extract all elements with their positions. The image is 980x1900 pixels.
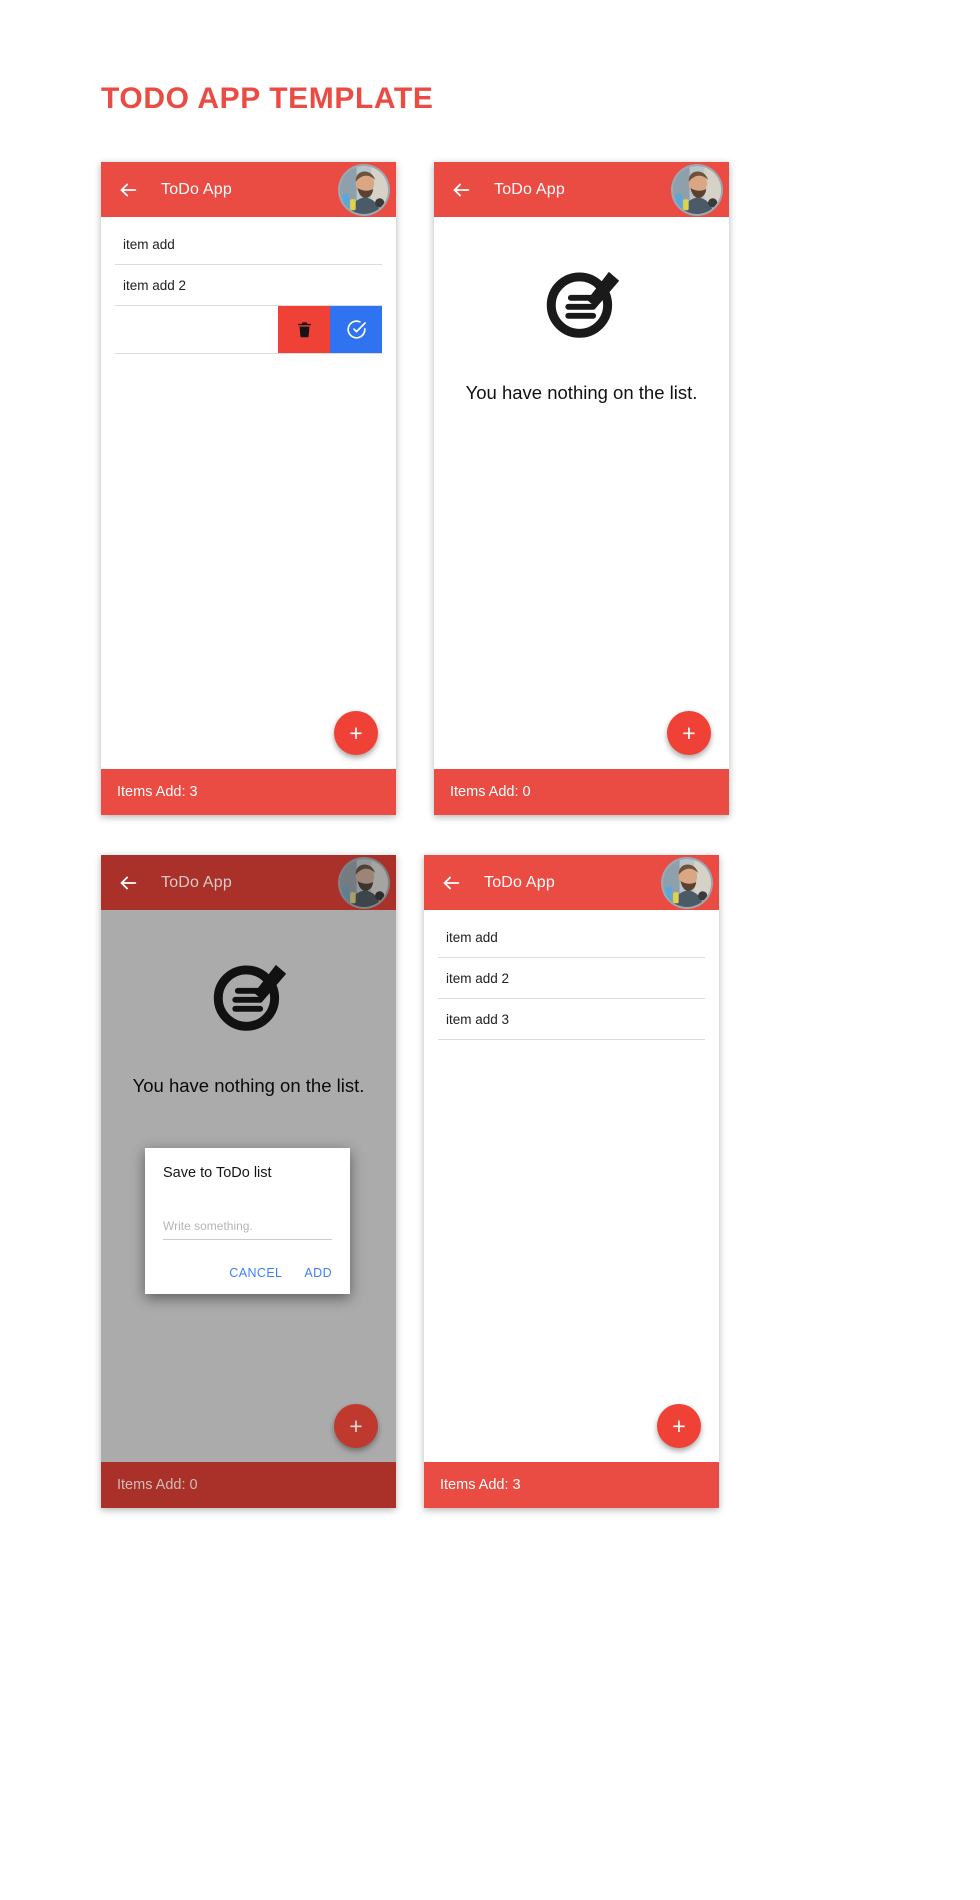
empty-state: You have nothing on the list. [434, 259, 729, 406]
items-count-bar: Items Add: 3 [101, 769, 396, 815]
back-arrow-icon[interactable] [117, 179, 139, 201]
back-arrow-icon[interactable] [440, 872, 462, 894]
back-arrow-icon[interactable] [450, 179, 472, 201]
add-fab-button[interactable]: + [667, 711, 711, 755]
add-fab-button[interactable]: + [334, 711, 378, 755]
screen-body: item add item add 2 item add 3 + [424, 910, 719, 1462]
cancel-button[interactable]: CANCEL [229, 1266, 282, 1280]
screen-body: item add item add 2 + [101, 217, 396, 769]
todo-list: item add item add 2 item add 3 [424, 910, 719, 1040]
list-item[interactable]: item add [115, 231, 382, 265]
items-count-bar: Items Add: 0 [101, 1462, 396, 1508]
check-circle-icon [346, 319, 367, 340]
app-bar: ToDo App [424, 855, 719, 910]
app-bar-title: ToDo App [484, 873, 555, 891]
app-bar-title: ToDo App [494, 180, 565, 198]
items-count-bar: Items Add: 0 [434, 769, 729, 815]
app-bar: ToDo App [101, 162, 396, 217]
user-avatar[interactable] [338, 163, 390, 216]
screen-body: You have nothing on the list. + [434, 217, 729, 769]
trash-icon [296, 320, 313, 339]
dialog-actions: CANCEL ADD [163, 1266, 332, 1286]
empty-state-text: You have nothing on the list. [465, 382, 698, 403]
list-item[interactable]: item add 2 [115, 265, 382, 306]
app-bar: ToDo App [434, 162, 729, 217]
list-item[interactable]: item add 3 [438, 999, 705, 1040]
phone-mockup-list-with-swipe: ToDo App item add item add 2 + Items Add… [101, 162, 396, 815]
app-bar: ToDo App [101, 855, 396, 910]
todo-list: item add item add 2 [101, 217, 396, 354]
user-avatar[interactable] [338, 856, 390, 909]
notepad-pen-icon [541, 259, 623, 341]
page-root: TODO APP TEMPLATE ToDo App item add item… [0, 0, 980, 1900]
screen-body: You have nothing on the list. Save to To… [101, 910, 396, 1462]
add-fab-button[interactable]: + [657, 1404, 701, 1448]
user-avatar[interactable] [661, 856, 713, 909]
phone-mockup-dialog: ToDo App You have nothing on the list. S… [101, 855, 396, 1508]
items-count-bar: Items Add: 3 [424, 1462, 719, 1508]
add-fab-button[interactable]: + [334, 1404, 378, 1448]
page-title: TODO APP TEMPLATE [101, 82, 434, 115]
user-avatar[interactable] [671, 163, 723, 216]
list-item[interactable]: item add 2 [438, 958, 705, 999]
list-item[interactable]: item add [438, 924, 705, 958]
app-bar-title: ToDo App [161, 873, 232, 891]
back-arrow-icon[interactable] [117, 872, 139, 894]
add-button[interactable]: ADD [304, 1266, 332, 1280]
app-bar-title: ToDo App [161, 180, 232, 198]
todo-text-input[interactable] [163, 1217, 332, 1240]
delete-button[interactable] [278, 306, 330, 353]
save-todo-dialog: Save to ToDo list CANCEL ADD [145, 1148, 350, 1294]
dialog-title: Save to ToDo list [163, 1165, 272, 1181]
phone-mockup-empty: ToDo App You have nothing on the list. +… [434, 162, 729, 815]
phone-mockup-list-three: ToDo App item add item add 2 item add 3 … [424, 855, 719, 1508]
complete-button[interactable] [330, 306, 382, 353]
swipe-action-row [115, 306, 382, 354]
